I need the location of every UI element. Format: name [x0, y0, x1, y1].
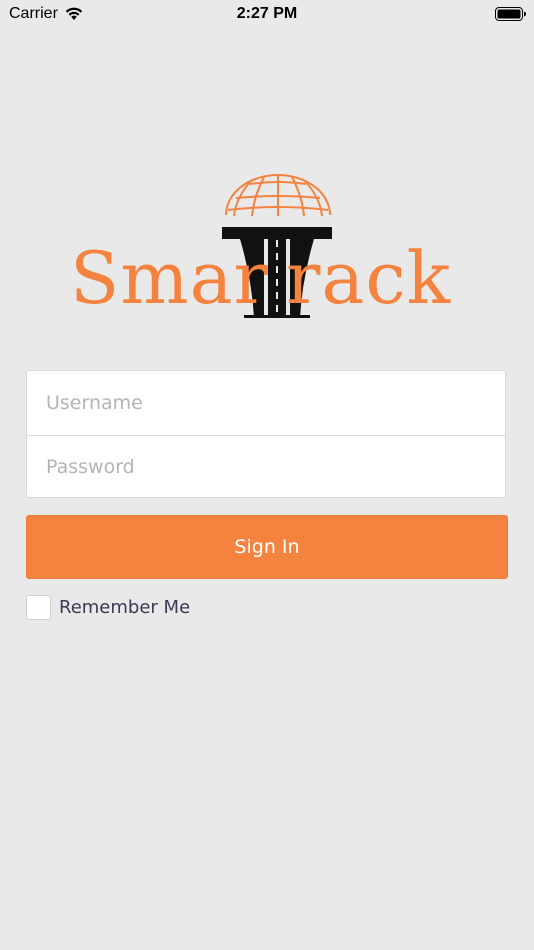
sign-in-button[interactable]: Sign In: [26, 515, 508, 579]
logo-text-left: Smar: [70, 236, 269, 320]
logo-text-right: rack: [286, 236, 452, 320]
username-input[interactable]: [27, 371, 505, 435]
login-form-card: [26, 370, 506, 499]
battery-icon: [495, 7, 526, 21]
remember-me-label[interactable]: Remember Me: [59, 597, 190, 618]
remember-me-checkbox[interactable]: [26, 595, 51, 620]
status-bar: Carrier 2:27 PM: [0, 0, 534, 28]
password-input[interactable]: [27, 435, 505, 499]
status-time: 2:27 PM: [236, 5, 298, 22]
